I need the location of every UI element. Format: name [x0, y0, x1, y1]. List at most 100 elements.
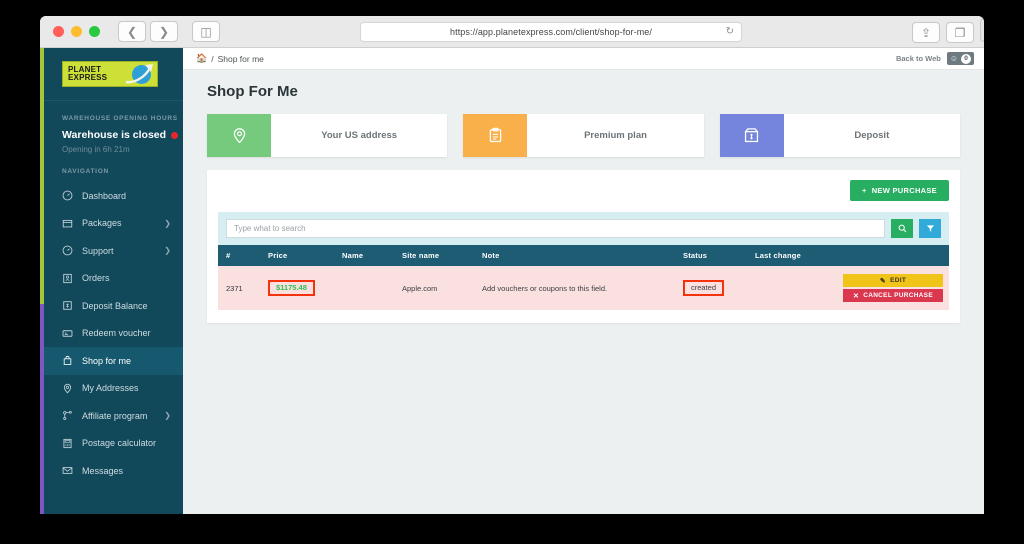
topbar-right: Back to Web ☺ 0	[896, 52, 974, 65]
sidebar-item-postage-calculator[interactable]: Postage calculator	[44, 430, 183, 458]
money-box-icon	[719, 114, 784, 157]
card-deposit[interactable]: Deposit	[719, 114, 960, 157]
sidebar-item-label: Orders	[82, 273, 110, 284]
chevron-right-icon: ❯	[164, 411, 171, 421]
purchases-panel: + NEW PURCHASE Type what to search # Pri…	[207, 170, 960, 323]
sidebar-item-label: Messages	[82, 465, 124, 476]
cell-status: created	[683, 266, 755, 310]
sidebar-item-deposit-balance[interactable]: Deposit Balance	[44, 292, 183, 320]
cell-site-name: Apple.com	[402, 266, 482, 310]
sidebar-item-packages[interactable]: Packages ❯	[44, 210, 183, 238]
sidebar-item-my-addresses[interactable]: My Addresses	[44, 375, 183, 403]
forward-button[interactable]: ❯	[150, 21, 178, 42]
warehouse-heading: WAREHOUSE OPENING HOURS	[62, 115, 178, 122]
navigation-heading: NAVIGATION	[62, 168, 109, 175]
chevron-right-icon: ❯	[164, 218, 171, 228]
message-count-badge: 0	[961, 53, 971, 64]
sidebar-item-orders[interactable]: Orders	[44, 265, 183, 293]
url-text: https://app.planetexpress.com/client/sho…	[450, 27, 652, 37]
browser-nav-buttons: ❮ ❯ ◫	[118, 21, 220, 42]
row-actions: ✎ EDIT ✕ CANCEL PURCHASE	[843, 274, 943, 302]
column-header-note[interactable]: Note	[482, 245, 683, 266]
browser-window: ❮ ❯ ◫ https://app.planetexpress.com/clie…	[40, 16, 984, 514]
envelope-icon	[62, 467, 73, 475]
new-purchase-label: NEW PURCHASE	[871, 186, 937, 195]
back-button[interactable]: ❮	[118, 21, 146, 42]
search-toolbar	[218, 212, 949, 245]
map-pin-icon	[207, 114, 271, 157]
close-window-button[interactable]	[53, 26, 64, 37]
main-content: Shop For Me Your US address Premium plan	[183, 70, 984, 514]
sidebar-item-label: Affiliate program	[82, 410, 148, 421]
sidebar-item-label: Postage calculator	[82, 438, 157, 449]
app-topbar: 🏠 / Shop for me Back to Web ☺ 0	[183, 48, 984, 70]
sidebar-item-messages[interactable]: Messages	[44, 457, 183, 485]
reload-icon[interactable]: ↻	[726, 26, 734, 37]
address-bar[interactable]: https://app.planetexpress.com/client/sho…	[360, 22, 742, 42]
support-icon	[62, 245, 73, 256]
cancel-purchase-button[interactable]: ✕ CANCEL PURCHASE	[843, 289, 943, 302]
sidebar-panel-icon[interactable]: ◫	[192, 21, 220, 42]
search-button[interactable]	[891, 219, 913, 238]
sidebar-item-shop-for-me[interactable]: Shop for me	[44, 347, 183, 375]
back-to-web-link[interactable]: Back to Web	[896, 54, 941, 63]
home-icon[interactable]: 🏠	[196, 53, 207, 64]
sidebar-item-dashboard[interactable]: Dashboard	[44, 182, 183, 210]
breadcrumb-separator: /	[211, 53, 214, 64]
x-icon: ✕	[853, 292, 860, 300]
column-header-price[interactable]: Price	[268, 245, 342, 266]
card-label: Deposit	[854, 130, 890, 141]
calculator-icon	[63, 438, 72, 448]
package-box-icon	[62, 219, 73, 228]
minimize-window-button[interactable]	[71, 26, 82, 37]
cell-note: Add vouchers or coupons to this field.	[482, 266, 683, 310]
sidebar-item-affiliate-program[interactable]: Affiliate program ❯	[44, 402, 183, 430]
card-label: Premium plan	[584, 130, 647, 141]
page-title: Shop For Me	[207, 83, 298, 100]
warehouse-status: Warehouse is closed	[44, 129, 183, 141]
app-page: PLANET EXPRESS WAREHOUSE OPENING HOURS W…	[40, 48, 984, 514]
column-header-last-change[interactable]: Last change	[755, 245, 841, 266]
window-traffic-lights	[53, 26, 100, 37]
breadcrumb-current: Shop for me	[217, 53, 264, 64]
sidebar-item-label: Support	[82, 245, 114, 256]
dashboard-icon	[62, 190, 73, 201]
sidebar-item-label: Redeem voucher	[82, 328, 151, 339]
column-header-id[interactable]: #	[218, 245, 268, 266]
new-purchase-button[interactable]: + NEW PURCHASE	[850, 180, 949, 201]
sidebar-item-redeem-voucher[interactable]: Redeem voucher	[44, 320, 183, 348]
status-badge: created	[691, 282, 717, 292]
message-bubble-icon: ☺	[949, 54, 958, 63]
table-row[interactable]: 2371 $1175.48 Apple.com Add vouchers or …	[218, 266, 949, 310]
search-input[interactable]	[226, 219, 885, 238]
column-header-site-name[interactable]: Site name	[402, 245, 482, 266]
orders-list-icon	[63, 273, 72, 283]
new-tab-button[interactable]: +	[980, 18, 984, 42]
sidebar-item-label: Deposit Balance	[82, 300, 148, 311]
breadcrumb: 🏠 / Shop for me	[196, 53, 264, 64]
card-label: Your US address	[321, 130, 398, 141]
card-premium-plan[interactable]: Premium plan	[463, 114, 704, 157]
browser-titlebar: ❮ ❯ ◫ https://app.planetexpress.com/clie…	[40, 16, 984, 48]
filter-button[interactable]	[919, 219, 941, 238]
share-icon[interactable]: ⇪	[912, 22, 940, 43]
plus-icon: +	[862, 186, 867, 195]
table-header-row: # Price Name Site name Note Status Last …	[218, 245, 949, 266]
column-header-actions	[841, 245, 949, 266]
quick-action-cards: Your US address Premium plan Deposit	[207, 114, 960, 157]
brand-logo[interactable]: PLANET EXPRESS	[44, 48, 183, 100]
cell-price: $1175.48	[268, 266, 342, 310]
messages-indicator[interactable]: ☺ 0	[946, 52, 974, 65]
cancel-label: CANCEL PURCHASE	[863, 292, 933, 299]
column-header-status[interactable]: Status	[683, 245, 755, 266]
purchases-table: # Price Name Site name Note Status Last …	[218, 245, 949, 310]
maximize-window-button[interactable]	[89, 26, 100, 37]
pencil-icon: ✎	[879, 277, 887, 285]
cell-id: 2371	[218, 266, 268, 310]
tabs-overview-icon[interactable]: ❐	[946, 22, 974, 43]
sidebar-item-label: Packages	[82, 218, 122, 229]
column-header-name[interactable]: Name	[342, 245, 402, 266]
edit-button[interactable]: ✎ EDIT	[843, 274, 943, 287]
sidebar-item-support[interactable]: Support ❯	[44, 237, 183, 265]
card-your-us-address[interactable]: Your US address	[207, 114, 448, 157]
